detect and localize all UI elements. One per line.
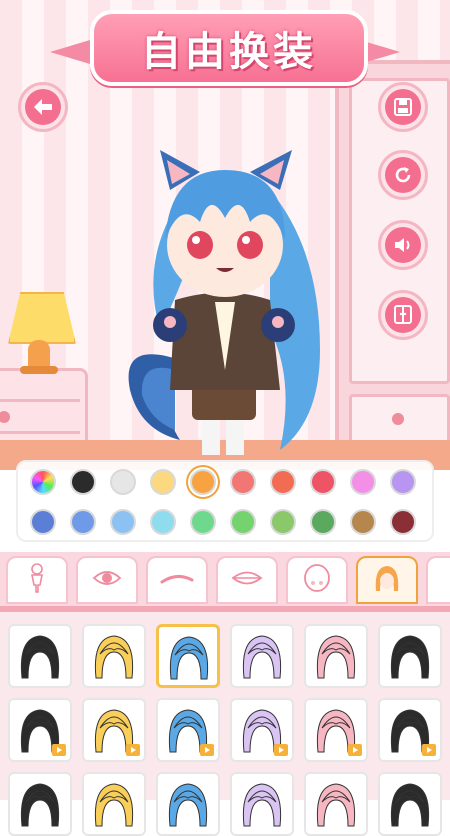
hair-item[interactable] (378, 698, 442, 762)
title-banner: 自由换装 (90, 10, 368, 86)
hair-item[interactable] (304, 624, 368, 688)
tab-eyebrow[interactable] (146, 556, 208, 604)
hairstyle-icon (94, 635, 134, 679)
video-ad-icon (348, 744, 362, 756)
tab-body[interactable] (6, 556, 68, 604)
back-arrow-icon (25, 89, 61, 125)
hair-item[interactable] (378, 624, 442, 688)
video-ad-icon (422, 744, 436, 756)
hairstyle-icon (94, 783, 134, 827)
color-swatch[interactable] (350, 509, 376, 535)
color-swatch[interactable] (190, 469, 216, 495)
hair-item[interactable] (230, 624, 294, 688)
dresser-line (0, 399, 80, 402)
tab-face[interactable] (286, 556, 348, 604)
hair-item[interactable] (156, 772, 220, 836)
hairstyle-icon (390, 783, 430, 827)
color-swatch[interactable] (310, 509, 336, 535)
character-preview (120, 130, 340, 460)
color-swatch[interactable] (150, 469, 176, 495)
speaker-icon (385, 227, 421, 263)
color-swatch[interactable] (270, 469, 296, 495)
color-palette (16, 460, 434, 542)
color-swatch[interactable] (230, 469, 256, 495)
save-button[interactable] (378, 82, 428, 132)
color-swatch[interactable] (270, 509, 296, 535)
lamp-shade (8, 292, 76, 344)
color-swatch[interactable] (350, 469, 376, 495)
color-swatch[interactable] (30, 469, 56, 495)
hair-item[interactable] (230, 698, 294, 762)
hair-item[interactable] (156, 624, 220, 688)
hair-item[interactable] (8, 698, 72, 762)
color-swatch[interactable] (110, 469, 136, 495)
hairstyle-icon (20, 635, 60, 679)
wardrobe-button[interactable] (378, 290, 428, 340)
video-ad-icon (126, 744, 140, 756)
drawer-knob (392, 413, 404, 425)
save-icon (385, 89, 421, 125)
color-swatch[interactable] (190, 509, 216, 535)
hair-item[interactable] (82, 624, 146, 688)
color-swatch[interactable] (70, 509, 96, 535)
color-swatch[interactable] (30, 509, 56, 535)
page-title: 自由换装 (141, 29, 317, 75)
hair-item[interactable] (230, 772, 294, 836)
reset-button[interactable] (378, 150, 428, 200)
hairstyle-icon (316, 635, 356, 679)
body-icon (26, 563, 48, 597)
color-swatch[interactable] (390, 509, 416, 535)
hair-icon (372, 563, 402, 597)
hairstyle-icon (169, 636, 209, 680)
video-ad-icon (200, 744, 214, 756)
hair-item[interactable] (378, 772, 442, 836)
color-swatch[interactable] (230, 509, 256, 535)
item-grid (0, 612, 450, 836)
hairstyle-icon (316, 783, 356, 827)
color-swatch[interactable] (150, 509, 176, 535)
color-swatch[interactable] (110, 509, 136, 535)
hair-item[interactable] (8, 772, 72, 836)
dresser-knob (0, 411, 10, 423)
tab-hair[interactable] (356, 556, 418, 604)
hair-item[interactable] (8, 624, 72, 688)
video-ad-icon (52, 744, 66, 756)
hair-item[interactable] (304, 698, 368, 762)
hairstyle-icon (390, 635, 430, 679)
hair-item[interactable] (82, 698, 146, 762)
hairstyle-icon (20, 783, 60, 827)
mouth-icon (231, 569, 263, 591)
hair-item[interactable] (82, 772, 146, 836)
color-swatch[interactable] (390, 469, 416, 495)
category-tab-bar (0, 552, 450, 608)
hair-item[interactable] (156, 698, 220, 762)
hairstyle-icon (242, 635, 282, 679)
hairstyle-icon (242, 783, 282, 827)
sound-button[interactable] (378, 220, 428, 270)
video-ad-icon (274, 744, 288, 756)
back-button[interactable] (18, 82, 68, 132)
tab-eye[interactable] (76, 556, 138, 604)
wardrobe-icon (385, 297, 421, 333)
lamp-foot (20, 366, 58, 374)
color-swatch[interactable] (70, 469, 96, 495)
face-icon (303, 563, 331, 597)
hair-item[interactable] (304, 772, 368, 836)
refresh-icon (385, 157, 421, 193)
eyebrow-icon (160, 571, 194, 590)
eye-icon (92, 568, 122, 592)
tab-more[interactable] (426, 556, 450, 604)
tab-mouth[interactable] (216, 556, 278, 604)
dresser-line (0, 431, 80, 434)
color-swatch[interactable] (310, 469, 336, 495)
hairstyle-icon (168, 783, 208, 827)
